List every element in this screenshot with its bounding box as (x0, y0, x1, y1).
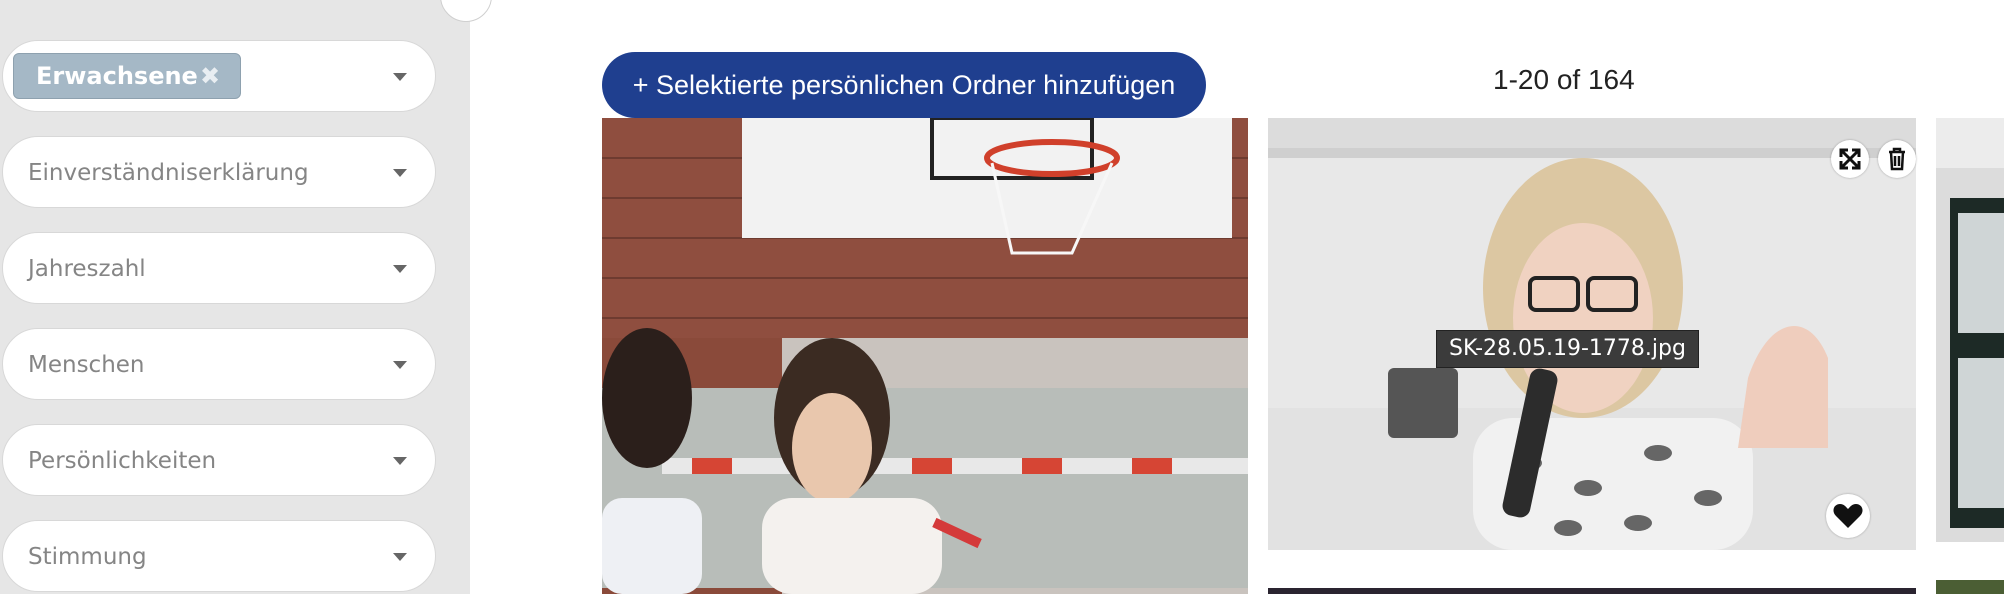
expand-button[interactable] (1831, 140, 1869, 178)
filter-select-audience[interactable]: Erwachsene ✖ (2, 40, 436, 112)
gallery-image[interactable] (1936, 580, 2004, 594)
chevron-down-icon[interactable] (393, 265, 407, 273)
gallery-image[interactable] (1268, 588, 1916, 594)
chevron-down-icon[interactable] (393, 361, 407, 369)
filter-select-personalities[interactable]: Persönlichkeiten (2, 424, 436, 496)
sidebar-toggle[interactable] (440, 0, 492, 22)
filter-placeholder: Persönlichkeiten (28, 448, 217, 474)
gallery-image[interactable] (602, 118, 1248, 594)
expand-icon (1839, 148, 1861, 170)
filter-placeholder: Einverständniserklärung (28, 160, 309, 186)
chevron-down-icon[interactable] (393, 457, 407, 465)
filter-select-year[interactable]: Jahreszahl (2, 232, 436, 304)
active-filter-tag: Erwachsene ✖ (13, 53, 241, 99)
trash-icon (1889, 147, 1905, 171)
active-filter-tag-label: Erwachsene (36, 62, 198, 90)
filter-select-consent[interactable]: Einverständniserklärung (2, 136, 436, 208)
favorite-button[interactable] (1826, 494, 1870, 538)
chevron-down-icon[interactable] (393, 169, 407, 177)
photo-building (1936, 118, 2004, 542)
add-selected-to-folder-button[interactable]: + Selektierte persönlichen Ordner hinzuf… (602, 52, 1206, 118)
pagination-status: 1-20 of 164 (1493, 64, 1635, 95)
filename-tooltip: SK-28.05.19-1778.jpg (1436, 330, 1699, 368)
filter-sidebar: Erwachsene ✖ Einverständniserklärung Jah… (0, 0, 492, 594)
filter-select-people[interactable]: Menschen (2, 328, 436, 400)
gallery-image[interactable] (1936, 118, 2004, 542)
filter-placeholder: Menschen (28, 352, 145, 378)
chevron-down-icon[interactable] (393, 553, 407, 561)
delete-button[interactable] (1878, 140, 1916, 178)
heart-icon (1833, 504, 1863, 528)
filter-placeholder: Jahreszahl (28, 256, 146, 282)
filter-placeholder: Stimmung (28, 544, 147, 570)
remove-tag-icon[interactable]: ✖ (200, 54, 220, 98)
chevron-down-icon[interactable] (393, 73, 407, 81)
filter-select-mood[interactable]: Stimmung (2, 520, 436, 592)
photo-basketball (602, 118, 1248, 594)
